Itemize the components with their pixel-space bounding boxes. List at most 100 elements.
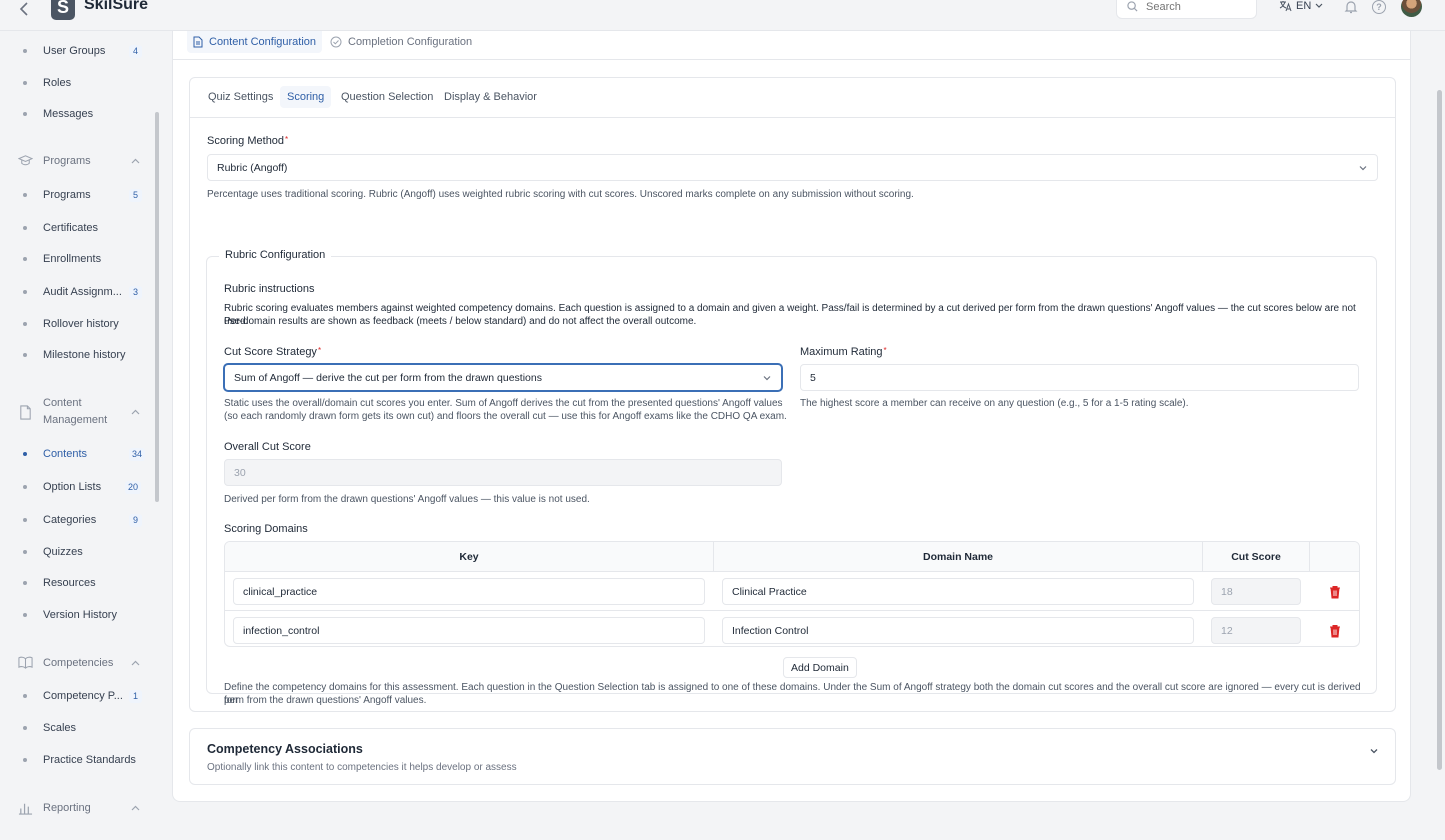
overall-cut-score-input[interactable]: 30: [224, 459, 782, 486]
chevron-up-icon: [131, 660, 140, 666]
tab-scoring[interactable]: Scoring: [280, 86, 332, 108]
sidebar-item-label: Version History: [43, 609, 117, 621]
tab-content-configuration[interactable]: Content Configuration: [187, 31, 323, 53]
language-selector[interactable]: EN: [1279, 0, 1323, 12]
trash-icon[interactable]: [1329, 624, 1341, 638]
chevron-down-icon: [1370, 749, 1378, 754]
sidebar-item-rollover-history[interactable]: Rollover history: [0, 313, 150, 335]
rubric-configuration-legend: Rubric Configuration: [219, 249, 332, 261]
sidebar-item-label: Quizzes: [43, 546, 83, 558]
sidebar-item-quizzes[interactable]: Quizzes: [0, 541, 150, 563]
overall-cut-score-label: Overall Cut Score: [224, 441, 311, 453]
page-scrollbar[interactable]: [1437, 90, 1442, 770]
tab-question-selection[interactable]: Question Selection: [334, 86, 440, 108]
quiz-settings-panel: Quiz Settings Scoring Question Selection…: [189, 77, 1396, 712]
domain-name-input[interactable]: Clinical Practice: [722, 578, 1194, 605]
tab-display-behavior[interactable]: Display & Behavior: [437, 86, 544, 108]
sidebar-item-programs[interactable]: Programs 5: [0, 184, 150, 206]
competency-associations-panel[interactable]: Competency Associations Optionally link …: [189, 728, 1396, 785]
count-badge: 5: [129, 188, 142, 202]
maximum-rating-input[interactable]: 5: [800, 364, 1359, 391]
scoring-domains-table: Key Domain Name Cut Score clinical_pract…: [224, 541, 1360, 647]
sidebar-item-label: Competency P...: [43, 690, 123, 702]
sidebar-item-audit-assignments[interactable]: Audit Assignm... 3: [0, 281, 150, 303]
sidebar-item-competency-profiles[interactable]: Competency P... 1: [0, 685, 150, 707]
settings-tabs: Quiz Settings Scoring Question Selection…: [190, 78, 1395, 118]
sidebar-item-label: Enrollments: [43, 253, 102, 265]
sidebar-item-messages[interactable]: Messages: [0, 103, 150, 125]
tab-label: Content Configuration: [209, 36, 317, 48]
bullet-icon: [23, 112, 27, 116]
sidebar-item-label: User Groups: [43, 45, 106, 57]
tab-quiz-settings[interactable]: Quiz Settings: [201, 86, 280, 108]
chevron-down-icon: [1359, 166, 1367, 171]
tab-completion-configuration[interactable]: Completion Configuration: [324, 31, 478, 53]
sidebar-section-label: Reporting: [43, 802, 91, 814]
bar-chart-icon: [18, 803, 33, 815]
sidebar-section-content-management[interactable]: Content Management: [0, 395, 150, 431]
competency-associations-subtitle: Optionally link this content to competen…: [207, 762, 517, 773]
bullet-icon: [23, 353, 27, 357]
count-badge: 20: [125, 480, 142, 494]
count-badge: 9: [129, 513, 142, 527]
sidebar-item-practice-standards[interactable]: Practice Standards: [0, 749, 150, 771]
back-arrow-icon[interactable]: [16, 0, 34, 18]
bullet-icon: [23, 322, 27, 326]
sidebar-item-roles[interactable]: Roles: [0, 72, 150, 94]
sidebar-item-scales[interactable]: Scales: [0, 717, 150, 739]
chevron-up-icon: [131, 158, 140, 164]
help-icon[interactable]: ?: [1372, 0, 1386, 14]
domain-key-input[interactable]: clinical_practice: [233, 578, 705, 605]
sidebar-item-milestone-history[interactable]: Milestone history: [0, 344, 150, 366]
sidebar-item-label: Audit Assignm...: [43, 286, 122, 298]
search-box[interactable]: [1116, 0, 1257, 19]
document-icon: [20, 405, 31, 420]
add-domain-button[interactable]: Add Domain: [783, 657, 857, 678]
domain-name-input[interactable]: Infection Control: [722, 617, 1194, 644]
scoring-method-select[interactable]: Rubric (Angoff): [207, 154, 1378, 181]
app-logo: S: [51, 0, 75, 20]
cut-score-strategy-select[interactable]: Sum of Angoff — derive the cut per form …: [224, 364, 782, 391]
search-icon: [1127, 1, 1138, 12]
scoring-domains-help: form from the drawn questions' Angoff va…: [224, 695, 427, 706]
search-input[interactable]: [1146, 0, 1246, 13]
sidebar-item-enrollments[interactable]: Enrollments: [0, 248, 150, 270]
sidebar-item-certificates[interactable]: Certificates: [0, 217, 150, 239]
sidebar-item-resources[interactable]: Resources: [0, 572, 150, 594]
sidebar-item-label: Practice Standards: [43, 754, 136, 766]
app-name: SkilSure: [84, 0, 149, 13]
chevron-up-icon: [131, 805, 140, 811]
sidebar-item-user-groups[interactable]: User Groups 4: [0, 40, 150, 62]
bullet-icon: [23, 81, 27, 85]
language-label: EN: [1296, 0, 1312, 12]
bell-icon[interactable]: [1344, 0, 1358, 14]
domain-key-input[interactable]: infection_control: [233, 617, 705, 644]
domain-cut-score-input[interactable]: 18: [1211, 578, 1301, 605]
bullet-icon: [23, 694, 27, 698]
sidebar-section-competencies[interactable]: Competencies: [0, 655, 150, 675]
bullet-icon: [23, 290, 27, 294]
sidebar-section-label: Content: [43, 397, 82, 409]
count-badge: 3: [129, 285, 142, 299]
scoring-method-help: Percentage uses traditional scoring. Rub…: [207, 189, 914, 200]
column-header-cut-score: Cut Score: [1203, 542, 1310, 572]
top-bar: S SkilSure EN ?: [0, 0, 1445, 31]
cut-score-strategy-label: Cut Score Strategy*: [224, 346, 322, 358]
column-header-actions: [1310, 542, 1359, 572]
bullet-icon: [23, 485, 27, 489]
trash-icon[interactable]: [1329, 585, 1341, 599]
sidebar-item-label: Certificates: [43, 222, 99, 234]
domain-cut-score-input[interactable]: 12: [1211, 617, 1301, 644]
sidebar-item-option-lists[interactable]: Option Lists 20: [0, 476, 150, 498]
chevron-up-icon: [131, 409, 140, 415]
sidebar-item-categories[interactable]: Categories 9: [0, 509, 150, 531]
sidebar-scrollbar[interactable]: [155, 112, 159, 502]
sidebar-item-version-history[interactable]: Version History: [0, 604, 150, 626]
check-circle-icon: [330, 36, 342, 48]
sidebar-section-reporting[interactable]: Reporting: [0, 800, 150, 820]
sidebar-section-programs[interactable]: Programs: [0, 153, 150, 173]
selected-value: Rubric (Angoff): [217, 161, 288, 174]
sidebar-item-contents[interactable]: Contents 34: [0, 443, 150, 465]
user-avatar[interactable]: [1401, 0, 1422, 17]
count-badge: 1: [129, 689, 142, 703]
